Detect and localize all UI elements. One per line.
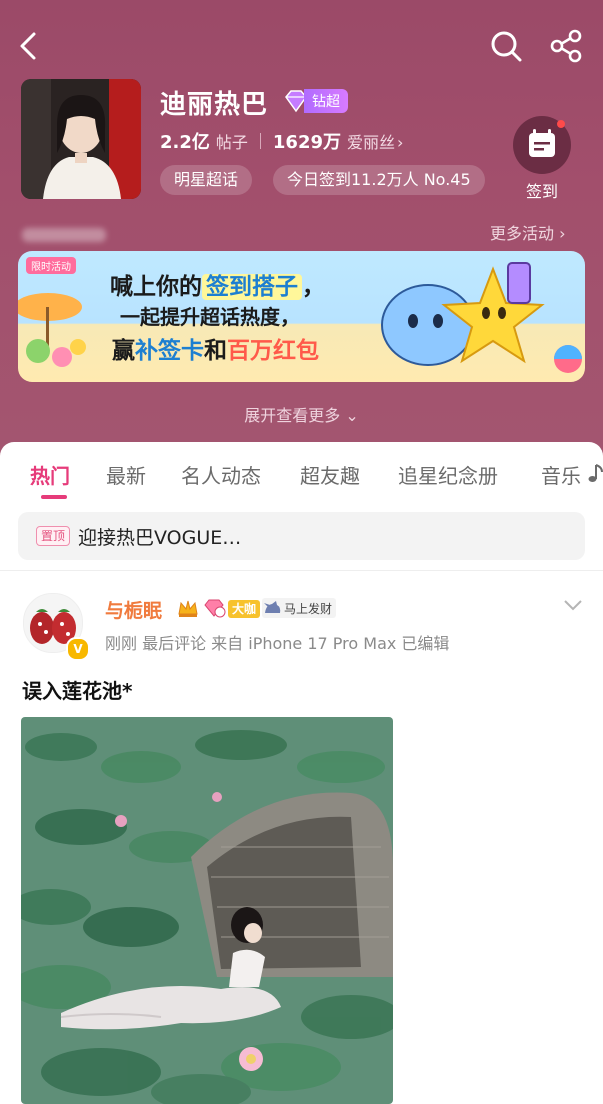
limited-time-tag: 限时活动 — [26, 257, 76, 274]
chevron-down-icon[interactable] — [563, 598, 583, 612]
feed-tabs: 热门 最新 名人动态 超友趣 追星纪念册 音乐 — [0, 460, 603, 494]
pinned-badge: 置顶 — [36, 526, 71, 546]
chevron-right-icon: › — [397, 133, 404, 152]
fans-count[interactable]: 1629万 — [273, 128, 341, 154]
topic-avatar[interactable] — [21, 79, 141, 199]
banner-line-2: 一起提升超话热度， — [120, 305, 300, 329]
crown-icon — [178, 600, 198, 617]
post-text: 误入莲花池* — [22, 679, 133, 703]
checkin-stats-pill[interactable]: 今日签到11.2万人 No.45 — [273, 165, 485, 195]
pinned-post-title: 迎接热巴VOGUE… — [78, 527, 242, 549]
blurred-activity-title — [22, 228, 106, 242]
notification-dot — [557, 120, 565, 128]
avatar-image — [21, 79, 141, 199]
lotus-pond-photo — [21, 717, 393, 1104]
tab-memorial-album[interactable]: 追星纪念册 — [398, 460, 498, 489]
tab-latest[interactable]: 最新 — [106, 460, 146, 489]
post-meta: 刚刚 最后评论 来自 iPhone 17 Pro Max 已编辑 — [105, 634, 450, 653]
topic-category-pill[interactable]: 明星超话 — [160, 165, 253, 195]
gem-badge-icon — [204, 599, 226, 618]
super-topic-badge[interactable]: 钻超 — [282, 88, 348, 114]
share-icon[interactable] — [548, 28, 584, 64]
back-icon[interactable] — [14, 30, 44, 62]
horse-icon — [264, 601, 281, 613]
post-username[interactable]: 与栀眠 — [105, 596, 162, 623]
posts-unit: 帖子 — [215, 133, 248, 152]
fortune-badge: 马上发财 — [262, 598, 337, 618]
level-badge: 大咖 — [228, 600, 261, 618]
topic-title: 迪丽热巴 — [160, 90, 269, 120]
checkin-button[interactable] — [513, 116, 571, 174]
chevron-down-icon: ⌄ — [345, 406, 359, 425]
pinned-post[interactable]: 置顶 迎接热巴VOGUE… — [18, 512, 585, 560]
tab-hot[interactable]: 热门 — [30, 460, 70, 489]
post-image[interactable] — [21, 717, 393, 1104]
section-divider — [0, 570, 603, 571]
fans-unit[interactable]: 爱丽丝 — [347, 129, 395, 153]
tab-music[interactable]: 音乐 — [541, 460, 581, 489]
checkin-label[interactable]: 签到 — [526, 178, 558, 202]
expand-more-button[interactable]: 展开查看更多 ⌄ — [0, 402, 603, 426]
verified-v-badge: V — [66, 637, 90, 661]
more-activities-link[interactable]: 更多活动 › — [490, 220, 566, 244]
active-tab-indicator — [41, 495, 67, 499]
banner-line-3: 赢补签卡和百万红包 — [112, 338, 319, 364]
music-note-icon — [588, 464, 603, 482]
topic-stats: 2.2亿 帖子 1629万 爱丽丝 › — [160, 128, 403, 154]
tab-fan-fun[interactable]: 超友趣 — [300, 460, 360, 489]
banner-line-1: 喊上你的 签到搭子， — [110, 274, 325, 300]
tab-celebrity-updates[interactable]: 名人动态 — [181, 460, 261, 489]
stats-divider — [259, 133, 261, 149]
badge-label: 钻超 — [304, 89, 348, 113]
search-icon[interactable] — [488, 28, 524, 64]
posts-count: 2.2亿 — [160, 132, 210, 153]
activity-banner[interactable]: 限时活动 喊上你的 签到搭子， 一起提升超话热度， 赢补签卡和百万红包 — [18, 251, 585, 382]
